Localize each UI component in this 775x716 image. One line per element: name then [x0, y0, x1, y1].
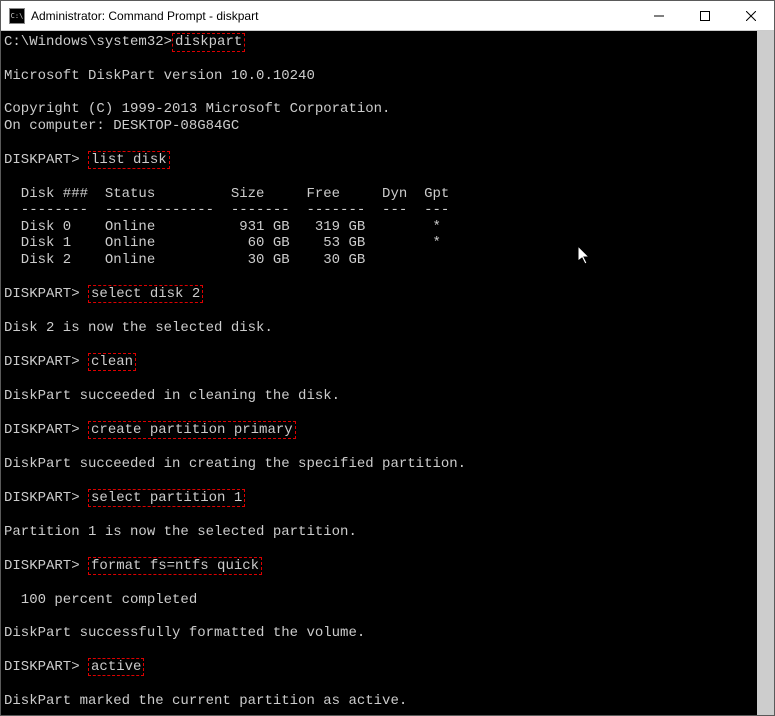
dp-prompt: DISKPART> [4, 152, 88, 168]
dp-prompt: DISKPART> [4, 558, 88, 574]
vertical-scrollbar[interactable] [757, 31, 774, 715]
app-window: C:\ Administrator: Command Prompt - disk… [0, 0, 775, 716]
dp-prompt: DISKPART> [4, 286, 88, 302]
maximize-icon [700, 11, 710, 21]
window-controls [636, 1, 774, 30]
cmd-active: active [88, 658, 144, 677]
minimize-button[interactable] [636, 1, 682, 30]
cmd-icon: C:\ [9, 8, 25, 24]
disk-row: Disk 1 Online 60 GB 53 GB * [4, 235, 441, 251]
mouse-cursor-icon [578, 246, 592, 266]
msg-disk-selected: Disk 2 is now the selected disk. [4, 320, 273, 336]
msg-partition-created: DiskPart succeeded in creating the speci… [4, 456, 466, 472]
scrollbar-thumb[interactable] [757, 31, 774, 715]
version-line: Microsoft DiskPart version 10.0.10240 [4, 68, 315, 84]
computer-line: On computer: DESKTOP-08G84GC [4, 118, 239, 134]
dp-prompt: DISKPART> [4, 354, 88, 370]
msg-active-done: DiskPart marked the current partition as… [4, 693, 407, 709]
minimize-icon [654, 11, 664, 21]
close-icon [746, 11, 756, 21]
cmd-format: format fs=ntfs quick [88, 557, 262, 576]
msg-partition-selected: Partition 1 is now the selected partitio… [4, 524, 357, 540]
dp-prompt: DISKPART> [4, 422, 88, 438]
msg-percent: 100 percent completed [4, 592, 197, 608]
disk-row: Disk 0 Online 931 GB 319 GB * [4, 219, 441, 235]
cmd-diskpart: diskpart [172, 33, 245, 52]
cmd-list-disk: list disk [88, 151, 170, 170]
msg-format-done: DiskPart successfully formatted the volu… [4, 625, 365, 641]
cmd-icon-text: C:\ [11, 12, 24, 20]
cmd-select-partition: select partition 1 [88, 489, 245, 508]
cmd-create-partition: create partition primary [88, 421, 296, 440]
disk-table-divider: -------- ------------- ------- ------- -… [4, 202, 449, 218]
terminal-output[interactable]: C:\Windows\system32>diskpart Microsoft D… [1, 31, 774, 715]
copyright-line: Copyright (C) 1999-2013 Microsoft Corpor… [4, 101, 390, 117]
titlebar[interactable]: C:\ Administrator: Command Prompt - disk… [1, 1, 774, 31]
disk-table-header: Disk ### Status Size Free Dyn Gpt [4, 186, 449, 202]
msg-clean-done: DiskPart succeeded in cleaning the disk. [4, 388, 340, 404]
cmd-select-disk: select disk 2 [88, 285, 203, 304]
cmd-clean: clean [88, 353, 136, 372]
close-button[interactable] [728, 1, 774, 30]
window-title: Administrator: Command Prompt - diskpart [31, 9, 636, 23]
prompt-initial: C:\Windows\system32> [4, 34, 172, 50]
dp-prompt: DISKPART> [4, 659, 88, 675]
disk-row: Disk 2 Online 30 GB 30 GB [4, 252, 365, 268]
dp-prompt: DISKPART> [4, 490, 88, 506]
maximize-button[interactable] [682, 1, 728, 30]
